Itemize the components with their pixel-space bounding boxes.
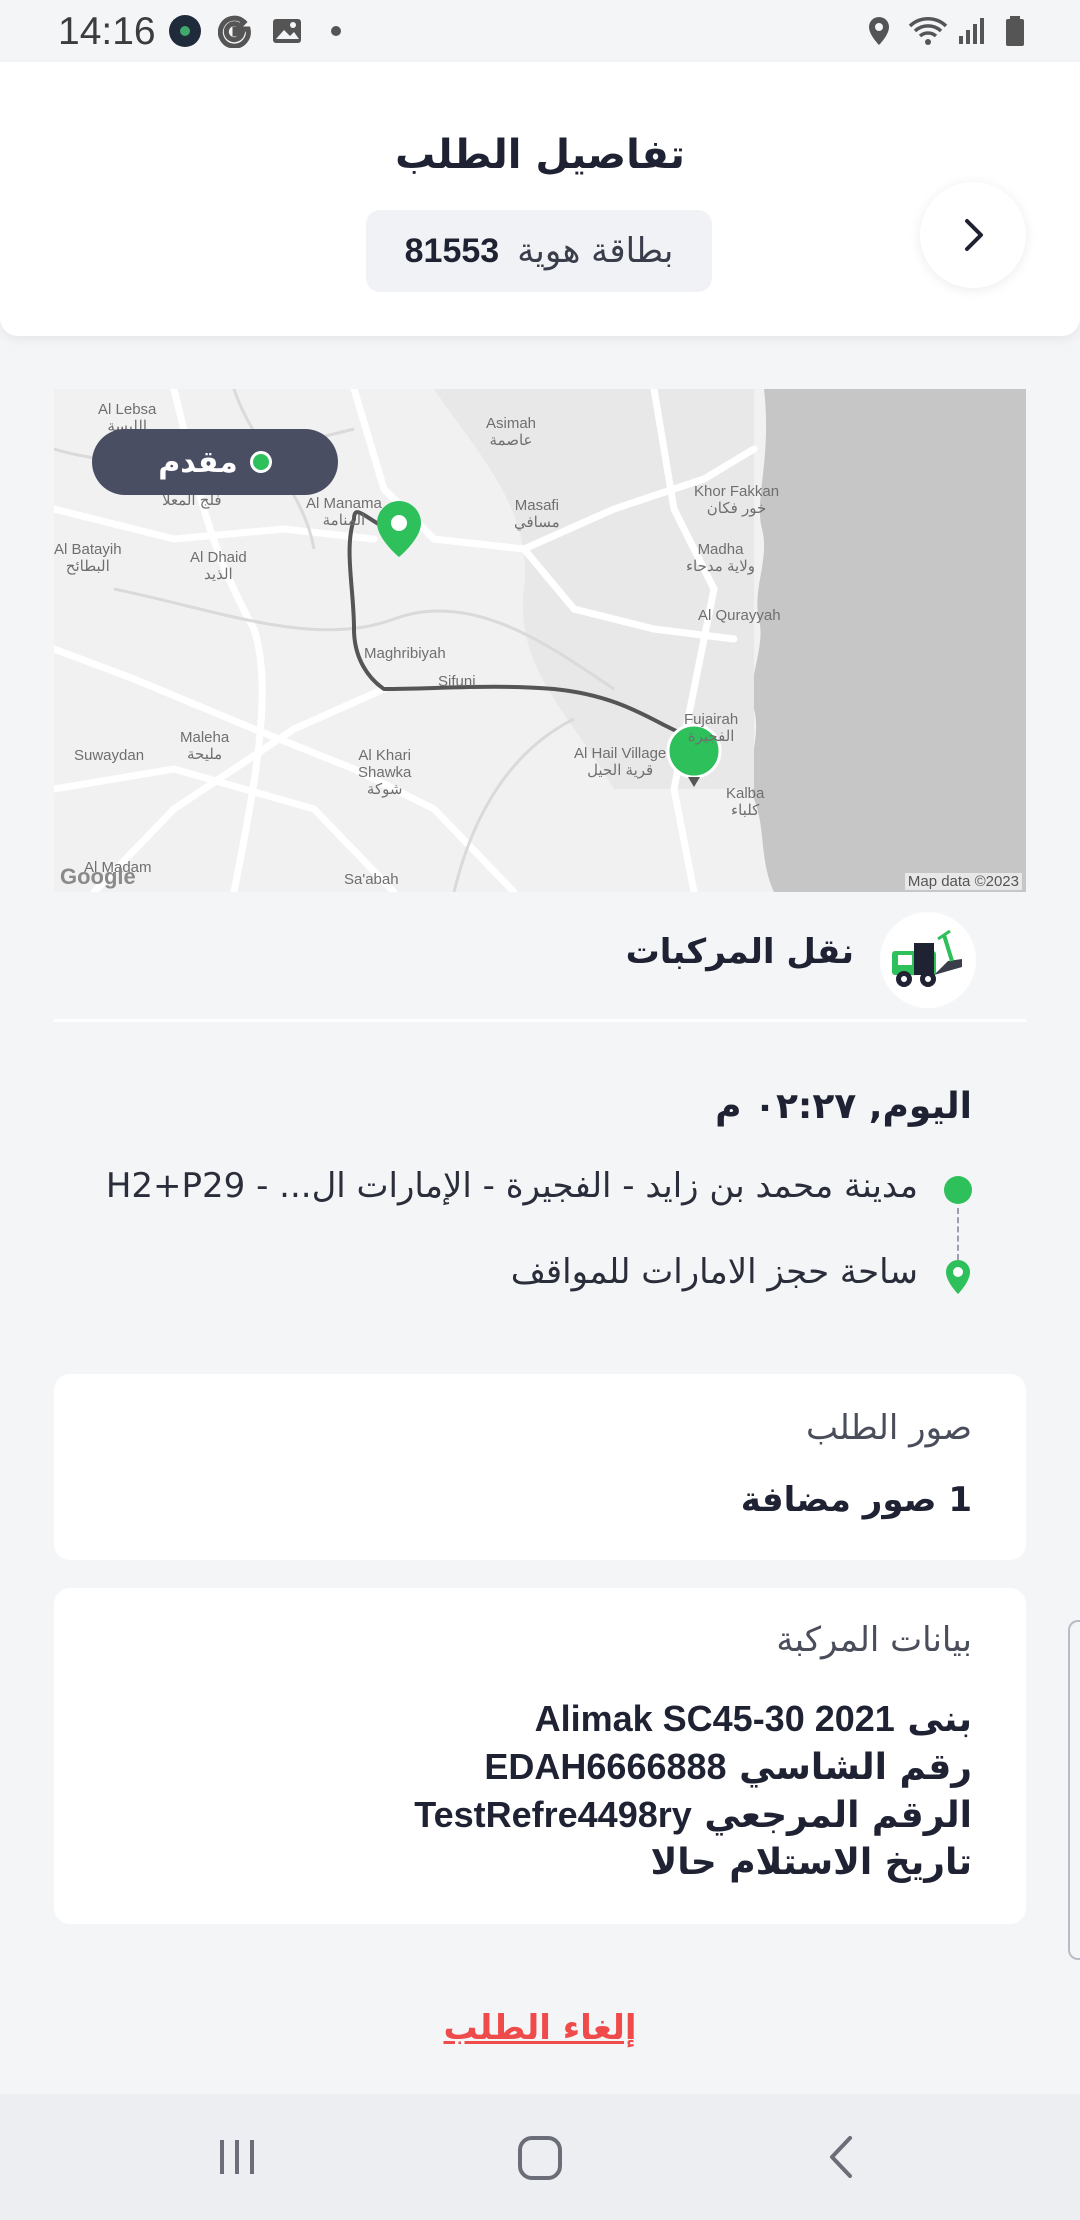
pickup-pin-icon xyxy=(377,501,421,557)
map-label: Al Qurayyah xyxy=(698,607,781,624)
page-title: تفاصيل الطلب xyxy=(395,132,685,178)
photos-card[interactable]: صور الطلب 1 صور مضافة xyxy=(54,1374,1026,1560)
map-label: Al Batayih البطائح xyxy=(54,541,122,575)
order-status-chip: مقدم xyxy=(92,429,338,495)
pickup-dot-icon xyxy=(944,1176,972,1204)
more-notifications-icon xyxy=(326,14,360,48)
vehicle-receive-row: تاريخ الاستلام حالا xyxy=(650,1842,972,1883)
google-logo: Google xyxy=(60,864,136,889)
service-name: نقل المركبات xyxy=(625,932,854,972)
route-connector xyxy=(957,1208,959,1260)
vehicle-make-label: بنى xyxy=(907,1699,972,1740)
photos-count: 1 صور مضافة xyxy=(740,1480,972,1520)
vehicle-reference-label: الرقم المرجعي xyxy=(704,1795,972,1836)
map-label: Sifuni xyxy=(438,673,476,690)
back-button[interactable] xyxy=(920,182,1026,288)
map-attribution[interactable]: Map data ©2023 xyxy=(904,873,1022,890)
home-button[interactable] xyxy=(514,2132,566,2186)
location-icon xyxy=(862,14,896,48)
system-nav-bar xyxy=(0,2094,1080,2220)
order-status-label: مقدم xyxy=(158,444,238,480)
map-label: Fujairah الفجيرة xyxy=(684,711,739,745)
route-map[interactable]: Al Lebsaاللبسة Asimahعاصمة Muallaفلج الم… xyxy=(54,389,1026,892)
map-label: Al Dhaid الذيد xyxy=(190,549,247,583)
status-bar: 14:16 xyxy=(0,0,1080,62)
order-id-badge: بطاقة هوية 81553 xyxy=(366,210,712,292)
vehicle-receive-value: حالا xyxy=(650,1842,717,1883)
system-back-button[interactable] xyxy=(818,2132,868,2186)
map-label: Al Hail Village قرية الحيل xyxy=(574,745,667,779)
vehicle-title: بيانات المركبة xyxy=(776,1620,972,1660)
battery-icon xyxy=(998,14,1032,48)
vehicle-reference-value: TestRefre4498ry xyxy=(414,1794,692,1835)
map-label: Al Manama المنامة xyxy=(306,495,382,529)
service-type-row: نقل المركبات xyxy=(54,892,1026,1022)
pickup-address: مدينة محمد بن زايد - الفجيرة - الإمارات … xyxy=(105,1166,918,1206)
dropoff-pin-icon xyxy=(942,1258,974,1302)
map-label: Suwaydan xyxy=(74,747,145,764)
map-label: Asimah عاصمة xyxy=(486,415,537,449)
header: تفاصيل الطلب بطاقة هوية 81553 xyxy=(0,62,1080,336)
map-label: Al Khari Shawka شوكة xyxy=(358,747,412,798)
back-icon xyxy=(830,2136,852,2178)
status-dot-icon xyxy=(249,451,272,473)
home-icon xyxy=(518,2136,562,2180)
vehicle-receive-label: تاريخ الاستلام xyxy=(729,1842,972,1883)
photos-title: صور الطلب xyxy=(806,1408,972,1448)
map-label: Khor Fakkan خور فكان xyxy=(694,483,780,517)
map-label: Maghribiyah xyxy=(364,645,446,662)
vehicle-chassis-value: EDAH6666888 xyxy=(484,1746,727,1787)
recent-apps-icon xyxy=(220,2140,254,2174)
map-label: Sa'abah xyxy=(344,871,399,888)
cancel-order-link[interactable]: إلغاء الطلب xyxy=(0,2008,1080,2048)
wifi-icon xyxy=(906,14,950,48)
map-label: Madha ولاية مدحاء xyxy=(686,541,755,575)
dropoff-address: ساحة حجز الامارات للمواقف xyxy=(510,1252,918,1292)
signal-icon xyxy=(956,14,990,48)
vehicle-reference-row: الرقم المرجعي TestRefre4498ry xyxy=(414,1794,972,1836)
vehicle-chassis-row: رقم الشاسي EDAH6666888 xyxy=(484,1746,972,1788)
vehicle-make-value: Alimak SC45-30 2021 xyxy=(534,1698,895,1739)
app-notification-icon xyxy=(168,14,202,48)
tow-truck-icon xyxy=(880,912,976,1008)
vehicle-card: بيانات المركبة بنى Alimak SC45-30 2021 ر… xyxy=(54,1588,1026,1924)
side-panel-handle[interactable] xyxy=(1068,1620,1080,1960)
google-icon xyxy=(217,14,252,49)
map-label: Kalba كلباء xyxy=(726,785,765,819)
trip-details: اليوم, ٠٢:٢٧ م مدينة محمد بن زايد - الفج… xyxy=(54,1030,1026,1346)
gallery-icon xyxy=(270,14,304,48)
chevron-right-icon xyxy=(965,219,983,251)
trip-date: اليوم, ٠٢:٢٧ م xyxy=(715,1086,972,1127)
vehicle-make-row: بنى Alimak SC45-30 2021 xyxy=(535,1698,972,1740)
order-id-label: بطاقة هوية xyxy=(517,231,674,271)
map-label: Masafi مسافي xyxy=(514,497,560,531)
status-time: 14:16 xyxy=(58,10,156,53)
map-label: Maleha مليحة xyxy=(180,729,230,763)
order-id-number: 81553 xyxy=(404,231,500,270)
recent-apps-button[interactable] xyxy=(212,2132,262,2186)
vehicle-chassis-label: رقم الشاسي xyxy=(739,1747,972,1788)
